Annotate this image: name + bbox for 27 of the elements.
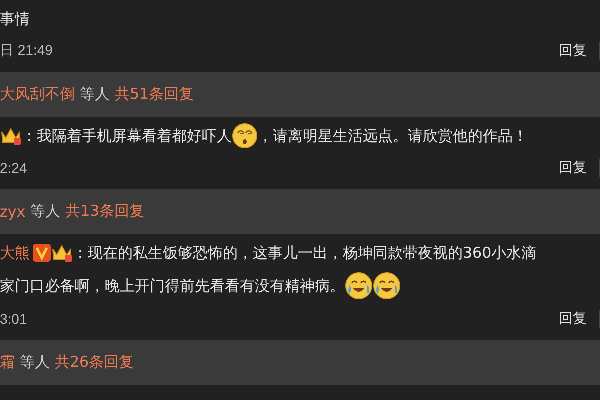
laughing-crying-face-icon: [345, 272, 373, 300]
laughing-crying-face-icon: [373, 272, 401, 300]
reply-button[interactable]: 回复: [559, 159, 587, 177]
verified-badge-icon: [33, 244, 51, 262]
comment-text: 家门口必备啊，晚上开门得前先看看有没有精神病。: [0, 276, 345, 296]
others-label: 等人: [20, 353, 50, 372]
reply-count-link[interactable]: 共26条回复: [55, 353, 134, 372]
others-label: 等人: [80, 85, 110, 104]
reply-count-link[interactable]: 共51条回复: [115, 85, 194, 104]
username[interactable]: 大熊: [0, 244, 30, 262]
reply-button[interactable]: 回复: [559, 42, 587, 60]
reply-button[interactable]: 回复: [559, 310, 587, 328]
others-label: 等人: [30, 202, 61, 221]
crown-icon: [51, 243, 73, 263]
timestamp: 日 21:49: [0, 42, 53, 60]
reply-usernames[interactable]: 霜: [0, 353, 15, 372]
comment-text: ：现在的私生饭够恐怖的，这事儿一出，杨坤同款带夜视的360小水滴: [73, 244, 537, 262]
timestamp: 2:24: [0, 160, 28, 176]
crown-icon: [0, 126, 22, 146]
comment-text: 事情: [0, 10, 30, 28]
reply-usernames[interactable]: 大风刮不倒: [0, 85, 75, 104]
reply-count-link[interactable]: 共13条回复: [66, 202, 145, 221]
comment-text: ：我隔着手机屏幕看着都好吓人: [22, 126, 232, 146]
timestamp: 3:01: [0, 311, 28, 327]
comment-text: ，请离明星生活远点。请欣赏他的作品！: [258, 126, 528, 146]
dizzy-face-icon: [232, 123, 258, 149]
reply-usernames[interactable]: zyx: [0, 202, 26, 220]
